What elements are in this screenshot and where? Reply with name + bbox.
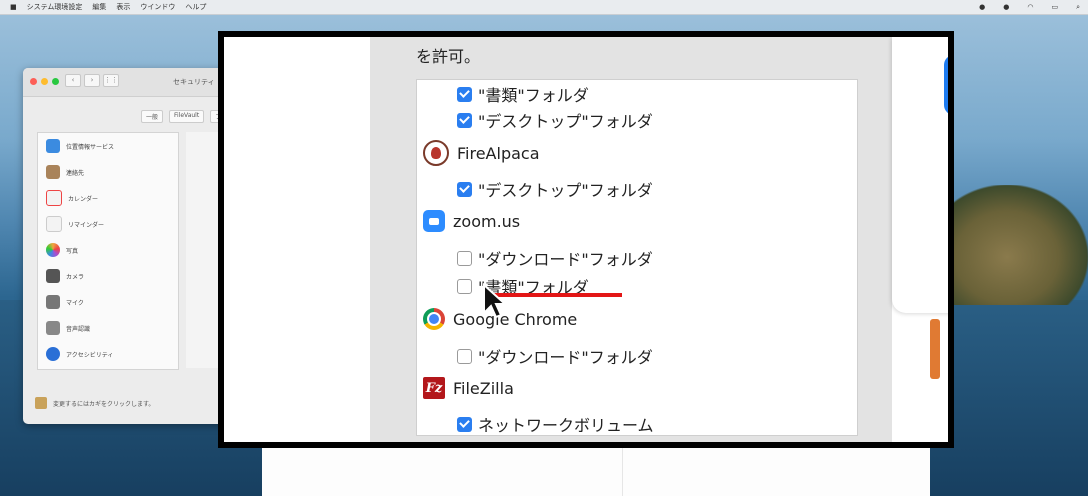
folder-label: "デスクトップ"フォルダ: [478, 181, 653, 200]
category-speech[interactable]: 音声認識: [38, 315, 178, 341]
battery-icon[interactable]: ▭: [1051, 3, 1058, 12]
app-label: Google Chrome: [453, 309, 578, 329]
category-label: カメラ: [66, 273, 85, 281]
tab-filevault[interactable]: FileVault: [169, 110, 205, 123]
category-microphone[interactable]: マイク: [38, 289, 178, 315]
checkbox-unchecked[interactable]: [457, 278, 472, 294]
checkbox-checked[interactable]: [457, 86, 472, 102]
checkbox-checked[interactable]: [457, 112, 472, 128]
background-panel: [262, 448, 930, 496]
category-label: リマインダー: [68, 221, 105, 229]
speech-icon: [46, 321, 60, 335]
microphone-icon: [46, 295, 60, 309]
back-button[interactable]: ‹: [65, 74, 81, 87]
app-label: FireAlpaca: [457, 143, 540, 163]
photos-icon: [46, 243, 60, 257]
category-calendar[interactable]: カレンダー: [38, 185, 178, 211]
category-label: 写真: [66, 247, 79, 255]
menu-extras: ● ● ◠ ▭ ⌕: [969, 3, 1080, 12]
divider: [622, 448, 623, 496]
nav-buttons: ‹ › ⋮⋮: [65, 74, 119, 87]
list-item-app-firealpaca[interactable]: FireAlpaca: [423, 140, 540, 166]
folder-label: "デスクトップ"フォルダ: [478, 112, 653, 131]
lock-icon[interactable]: [35, 397, 47, 409]
location-icon: [46, 139, 60, 153]
files-and-folders-list[interactable]: "書類"フォルダ "デスクトップ"フォルダ FireAlpaca "デスクトップ…: [416, 79, 858, 436]
category-label: 音声認識: [66, 325, 91, 333]
category-label: 位置情報サービス: [66, 143, 115, 151]
list-item-app-zoom[interactable]: zoom.us: [423, 210, 520, 232]
category-label: アクセシビリティ: [66, 351, 114, 359]
app-label: zoom.us: [453, 211, 521, 231]
window-controls: [30, 78, 59, 85]
search-icon[interactable]: ⌕: [1076, 3, 1080, 12]
tab-general[interactable]: 一般: [141, 110, 164, 123]
zoomed-inset: を許可。 "書類"フォルダ "デスクトップ"フォルダ FireAlpaca "デ…: [218, 31, 954, 448]
inset-left-area: [224, 37, 370, 442]
filezilla-icon: Fz: [423, 377, 445, 399]
chrome-icon: [423, 308, 445, 330]
category-label: カレンダー: [68, 195, 99, 203]
contacts-icon: [46, 165, 60, 179]
category-location[interactable]: 位置情報サービス: [38, 133, 178, 159]
status-icon[interactable]: ●: [1003, 3, 1009, 12]
lock-hint: 変更するにはカギをクリックします。: [53, 400, 155, 408]
list-item-folder[interactable]: "デスクトップ"フォルダ: [457, 177, 653, 201]
island-cliff: [953, 185, 1088, 305]
checkbox-checked[interactable]: [457, 416, 472, 432]
list-item-folder[interactable]: "デスクトップ"フォルダ: [457, 108, 653, 132]
forward-button[interactable]: ›: [84, 74, 100, 87]
folder-label: ネットワークボリューム: [478, 416, 654, 435]
list-item-app-filezilla[interactable]: Fz FileZilla: [423, 377, 514, 399]
accessibility-icon: [46, 347, 60, 361]
firealpaca-icon: [423, 140, 449, 166]
menu-window[interactable]: ウインドウ: [140, 2, 175, 12]
inset-right-card: [892, 37, 948, 313]
list-item-folder[interactable]: "書類"フォルダ: [457, 82, 589, 106]
category-label: 連絡先: [66, 169, 85, 177]
camera-icon: [46, 269, 60, 283]
list-item-folder[interactable]: "ダウンロード"フォルダ: [457, 344, 653, 368]
status-icon[interactable]: ●: [979, 3, 985, 12]
app-label: FileZilla: [453, 378, 514, 398]
reminders-icon: [46, 216, 62, 232]
category-reminders[interactable]: リマインダー: [38, 211, 178, 237]
lock-row: 変更するにはカギをクリックします。: [35, 397, 154, 409]
checkbox-checked[interactable]: [457, 181, 472, 197]
orange-accent-shape: [930, 319, 940, 379]
blue-accent-shape: [944, 55, 948, 115]
privacy-category-list: 位置情報サービス 連絡先 カレンダー リマインダー 写真 カメラ マイク 音声認…: [37, 132, 179, 370]
list-item-folder[interactable]: "ダウンロード"フォルダ: [457, 246, 653, 270]
security-preferences-window: ‹ › ⋮⋮ セキュリティ 一般 FileVault ファ 位置情報サービス 連…: [23, 68, 245, 424]
checkbox-unchecked[interactable]: [457, 250, 472, 266]
allow-text: を許可。: [416, 47, 481, 66]
apple-menu-icon[interactable]: ■: [10, 3, 17, 11]
zoom-icon: [423, 210, 445, 232]
close-button[interactable]: [30, 78, 37, 85]
category-label: マイク: [66, 299, 84, 307]
menu-edit[interactable]: 編集: [92, 2, 106, 12]
zoom-button[interactable]: [52, 78, 59, 85]
category-accessibility[interactable]: アクセシビリティ: [38, 341, 178, 367]
window-title: セキュリティ: [173, 78, 215, 86]
wifi-icon[interactable]: ◠: [1027, 3, 1033, 12]
calendar-icon: [46, 190, 62, 206]
mouse-pointer-icon: [483, 283, 508, 319]
list-item-folder[interactable]: ネットワークボリューム: [457, 412, 654, 436]
menu-view[interactable]: 表示: [116, 2, 130, 12]
minimize-button[interactable]: [41, 78, 48, 85]
category-photos[interactable]: 写真: [38, 237, 178, 263]
folder-label: "書類"フォルダ: [478, 86, 589, 105]
show-all-button[interactable]: ⋮⋮: [103, 74, 119, 87]
category-contacts[interactable]: 連絡先: [38, 159, 178, 185]
checkbox-unchecked[interactable]: [457, 348, 472, 364]
menu-app[interactable]: システム環境設定: [27, 2, 83, 12]
menu-bar: ■ システム環境設定 編集 表示 ウインドウ ヘルプ ● ● ◠ ▭ ⌕: [0, 0, 1088, 15]
folder-label: "ダウンロード"フォルダ: [478, 250, 653, 269]
menu-help[interactable]: ヘルプ: [185, 2, 206, 12]
folder-label: "ダウンロード"フォルダ: [478, 348, 653, 367]
window-titlebar: ‹ › ⋮⋮ セキュリティ: [23, 68, 245, 97]
category-camera[interactable]: カメラ: [38, 263, 178, 289]
